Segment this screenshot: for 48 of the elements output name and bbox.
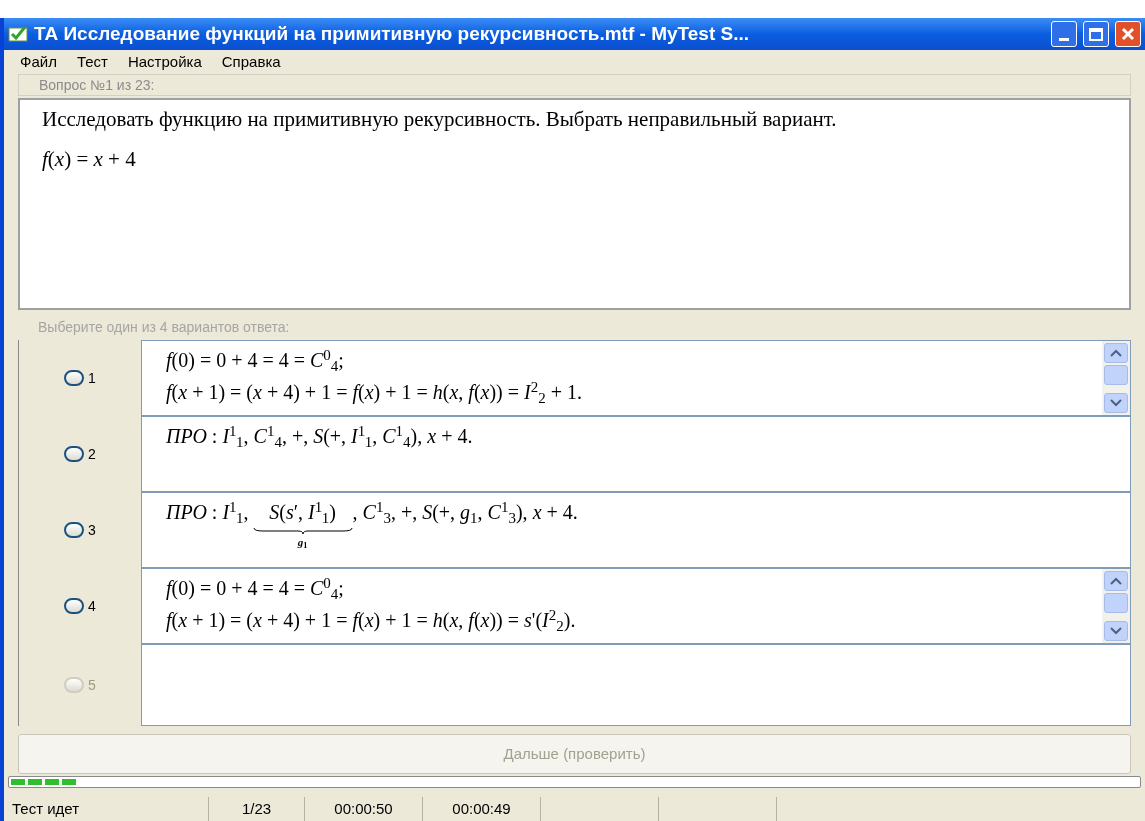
answer-number: 2 xyxy=(88,444,96,464)
minimize-button[interactable] xyxy=(1051,21,1077,47)
scroll-thumb[interactable] xyxy=(1104,593,1128,613)
menu-item[interactable]: Настройка xyxy=(119,50,210,74)
answer-number: 4 xyxy=(88,596,96,616)
status-segment: 00:00:50 xyxy=(305,797,423,821)
brace-label: g$_{1}$ xyxy=(297,535,308,549)
scroll-down-button[interactable] xyxy=(1104,621,1128,641)
formula-text: f(x + 1) = (x + 4) + 1 = f(x) + 1 = h(x, f(x)) = s'(I$^{2}$$_{2}$). xyxy=(166,609,576,631)
question-header: Вопрос №1 из 23: xyxy=(39,75,155,95)
answer-number: 3 xyxy=(88,520,96,540)
answers-header: Выберите один из 4 вариантов ответа: xyxy=(38,317,290,337)
close-icon xyxy=(1121,27,1135,41)
chevron-up-icon xyxy=(1110,349,1122,357)
answer-number: 5 xyxy=(88,675,96,695)
status-segment: 00:00:49 xyxy=(423,797,541,821)
close-button[interactable] xyxy=(1115,21,1141,47)
minimize-icon xyxy=(1059,38,1069,41)
scroll-up-button[interactable] xyxy=(1104,343,1128,363)
formula-text: f(0) = 0 + 4 = 4 = C$^{0}$$_{4}$; xyxy=(166,349,344,371)
formula-text: f(x + 1) = (x + 4) + 1 = f(x) + 1 = h(x, f(x)) = I$^{2}$$_{2}$ + 1. xyxy=(166,381,582,403)
formula-text: S(s′, I$^{1}$$_{1}$) xyxy=(269,497,336,527)
chevron-down-icon xyxy=(1110,627,1122,635)
scroll-thumb[interactable] xyxy=(1104,365,1128,385)
question-text: Исследовать функцию на примитивную рекурсивность. Выбрать неправильный вариант. xyxy=(42,106,838,132)
formula-text: ПРО : I$^{1}$$_{1}$, xyxy=(166,497,249,527)
chevron-down-icon xyxy=(1110,399,1122,407)
maximize-icon xyxy=(1089,27,1103,41)
scroll-up-button[interactable] xyxy=(1104,571,1128,591)
radio-button[interactable] xyxy=(64,522,85,538)
question-text: f(x) = x + 4 xyxy=(42,146,137,172)
status-segment: 1/23 xyxy=(209,797,305,821)
status-segment: Тест идет xyxy=(4,797,209,821)
radio-button[interactable] xyxy=(64,370,85,386)
answer-number: 1 xyxy=(88,368,96,388)
scroll-down-button[interactable] xyxy=(1104,393,1128,413)
menu-item[interactable]: Файл xyxy=(12,50,65,74)
formula-text: ПРО : I$^{1}$$_{1}$, C$^{1}$$_{4}$, +, S(+, I$^{1}$$_{1}$, C$^{1}$$_{4}$), x + 4. xyxy=(166,425,473,447)
chevron-up-icon xyxy=(1110,577,1122,585)
menu-item[interactable]: Справка xyxy=(213,50,289,74)
formula-text: , C$^{1}$$_{3}$, +, S(+, g$_{1}$, C$^{1}$$_{3}$), x + 4. xyxy=(352,497,578,527)
underbrace-icon xyxy=(252,527,353,535)
menu-item[interactable]: Тест xyxy=(68,50,116,74)
formula-text: f(0) = 0 + 4 = 4 = C$^{0}$$_{4}$; xyxy=(166,577,344,599)
radio-button[interactable] xyxy=(64,446,85,462)
maximize-button[interactable] xyxy=(1083,21,1109,47)
window-title: ТА Исследование функций на примитивную рекурсивность.mtf - MyTest S... xyxy=(34,21,750,46)
radio-button[interactable] xyxy=(64,598,85,614)
